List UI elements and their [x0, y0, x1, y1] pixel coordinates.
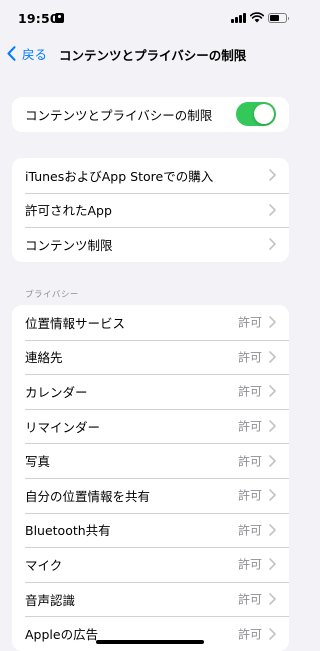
- list-item-label: Appleの広告: [25, 627, 99, 643]
- page-title: コンテンツとプライバシーの制限: [59, 48, 247, 63]
- chevron-right-icon: [269, 627, 276, 640]
- restrictions-toggle[interactable]: [236, 102, 276, 127]
- list-item-label: 位置情報サービス: [25, 315, 126, 331]
- list-item-label: 連絡先: [25, 350, 63, 366]
- chevron-right-icon: [269, 420, 276, 432]
- chevron-right-icon: [269, 558, 276, 571]
- list-item-value: 許可: [237, 523, 262, 538]
- chevron-right-icon: [269, 489, 276, 502]
- list-item-bluetooth-sharing[interactable]: Bluetooth共有 許可: [12, 512, 289, 548]
- list-item-value: 許可: [237, 315, 262, 330]
- chevron-right-icon: [269, 524, 276, 536]
- list-item-location-services[interactable]: 位置情報サービス 許可: [12, 305, 289, 340]
- list-item-label: 写真: [25, 454, 51, 470]
- list-item-value: 許可: [237, 419, 262, 434]
- chevron-right-icon: [269, 385, 276, 398]
- chevron-right-icon: [269, 593, 276, 605]
- status-time: 19:50: [18, 11, 59, 26]
- chevron-right-icon: [269, 204, 276, 216]
- list-item-value: 許可: [237, 592, 262, 607]
- list-item-share-my-location[interactable]: 自分の位置情報を共有 許可: [12, 477, 289, 513]
- list-item-content-restrictions[interactable]: コンテンツ制限: [12, 227, 289, 262]
- privacy-section-header: プライバシー: [25, 290, 79, 300]
- chevron-right-icon: [269, 169, 276, 182]
- list-item-allowed-apps[interactable]: 許可されたApp: [12, 192, 289, 228]
- navigation-bar: 戻る コンテンツとプライバシーの制限: [0, 36, 301, 70]
- wifi-icon: [250, 12, 264, 23]
- list-item-label: マイク: [25, 557, 63, 573]
- person-badge-icon: [55, 13, 64, 23]
- list-item-itunes-app-store[interactable]: iTunesおよびApp Storeでの購入: [12, 158, 289, 193]
- list-item-value: 許可: [237, 557, 262, 572]
- list-item-speech-recognition[interactable]: 音声認識 許可: [12, 581, 289, 617]
- back-label: 戻る: [22, 47, 48, 62]
- list-item-label: Bluetooth共有: [25, 523, 111, 539]
- list-item-apple-advertising[interactable]: Appleの広告 許可: [12, 616, 289, 651]
- battery-icon: [268, 13, 289, 23]
- chevron-right-icon: [269, 454, 276, 467]
- list-item-microphone[interactable]: マイク 許可: [12, 547, 289, 582]
- restrictions-toggle-row: コンテンツとプライバシーの制限: [12, 97, 289, 132]
- list-item-reminders[interactable]: リマインダー 許可: [12, 408, 289, 444]
- status-bar: 19:50: [0, 0, 301, 36]
- list-item-label: 自分の位置情報を共有: [25, 488, 151, 504]
- restrictions-toggle-group: コンテンツとプライバシーの制限: [12, 97, 289, 132]
- list-item-value: 許可: [237, 627, 262, 642]
- chevron-right-icon: [269, 238, 276, 251]
- chevron-right-icon: [269, 351, 276, 363]
- home-indicator[interactable]: [96, 640, 204, 644]
- privacy-settings-group: 位置情報サービス 許可 連絡先 許可 カレンダー 許可 リマインダー 許可 写真…: [12, 305, 289, 651]
- list-item-value: 許可: [237, 488, 262, 503]
- back-chevron-icon: [7, 46, 16, 61]
- list-item-label: iTunesおよびApp Storeでの購入: [25, 168, 214, 184]
- list-item-value: 許可: [237, 350, 262, 365]
- list-item-label: 許可されたApp: [25, 203, 112, 219]
- back-button[interactable]: 戻る: [7, 44, 47, 63]
- list-item-label: カレンダー: [25, 384, 88, 400]
- list-item-label: 音声認識: [25, 592, 76, 608]
- list-item-value: 許可: [237, 384, 262, 399]
- list-item-label: リマインダー: [25, 419, 101, 435]
- list-item-calendars[interactable]: カレンダー 許可: [12, 374, 289, 409]
- signal-icon: [231, 13, 246, 23]
- restrictions-toggle-label: コンテンツとプライバシーの制限: [25, 107, 213, 123]
- list-item-photos[interactable]: 写真 許可: [12, 443, 289, 478]
- store-settings-group: iTunesおよびApp Storeでの購入 許可されたApp コンテンツ制限: [12, 158, 289, 262]
- chevron-right-icon: [269, 316, 276, 329]
- list-item-contacts[interactable]: 連絡先 許可: [12, 339, 289, 375]
- list-item-value: 許可: [237, 454, 262, 469]
- list-item-label: コンテンツ制限: [25, 237, 113, 253]
